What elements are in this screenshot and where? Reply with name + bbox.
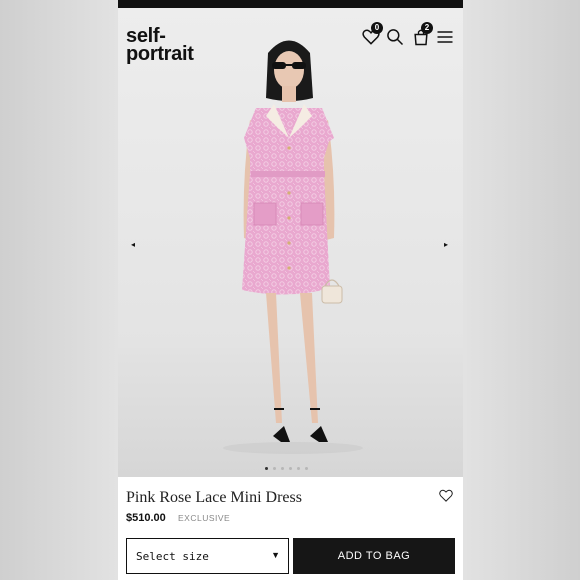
menu-button[interactable] <box>435 24 459 48</box>
search-button[interactable] <box>385 24 409 48</box>
bag-count-badge: 2 <box>421 22 433 34</box>
pagination-dot[interactable] <box>305 467 308 470</box>
wishlist-count-badge: 0 <box>371 22 383 34</box>
status-bar <box>118 0 463 8</box>
product-title: Pink Rose Lace Mini Dress <box>126 489 302 506</box>
add-to-wishlist-heart-icon[interactable] <box>438 488 454 503</box>
header-icon-bar: 0 2 <box>361 22 459 54</box>
product-photo <box>223 40 363 454</box>
product-image-gallery[interactable]: self- portrait 0 2 ◂ ▸ <box>118 8 463 477</box>
brand-logo-line2: portrait <box>126 43 194 65</box>
pagination-dot[interactable] <box>273 467 276 470</box>
bag-button[interactable]: 2 <box>411 22 435 48</box>
pagination-dot[interactable] <box>265 467 268 470</box>
product-price: $510.00 <box>126 512 166 524</box>
size-select-label: Select size <box>136 550 209 563</box>
wishlist-button[interactable]: 0 <box>361 22 385 48</box>
backdrop-right <box>463 0 580 580</box>
brand-logo[interactable]: self- portrait <box>126 26 194 65</box>
size-select[interactable]: Select size ▼ <box>126 538 289 574</box>
add-to-bag-button[interactable]: ADD TO BAG <box>293 538 455 574</box>
backdrop-left <box>0 0 118 580</box>
next-image-arrow-icon[interactable]: ▸ <box>444 240 448 249</box>
search-icon <box>387 29 404 46</box>
phone-screen: self- portrait 0 2 ◂ ▸ Pink Rose Lace Mi… <box>118 0 463 580</box>
pagination-dot[interactable] <box>297 467 300 470</box>
caret-down-icon: ▼ <box>271 550 280 560</box>
pagination-dot[interactable] <box>281 467 284 470</box>
prev-image-arrow-icon[interactable]: ◂ <box>131 240 135 249</box>
menu-icon <box>437 31 453 43</box>
exclusive-tag: EXCLUSIVE <box>178 513 231 523</box>
pagination-dot[interactable] <box>289 467 292 470</box>
